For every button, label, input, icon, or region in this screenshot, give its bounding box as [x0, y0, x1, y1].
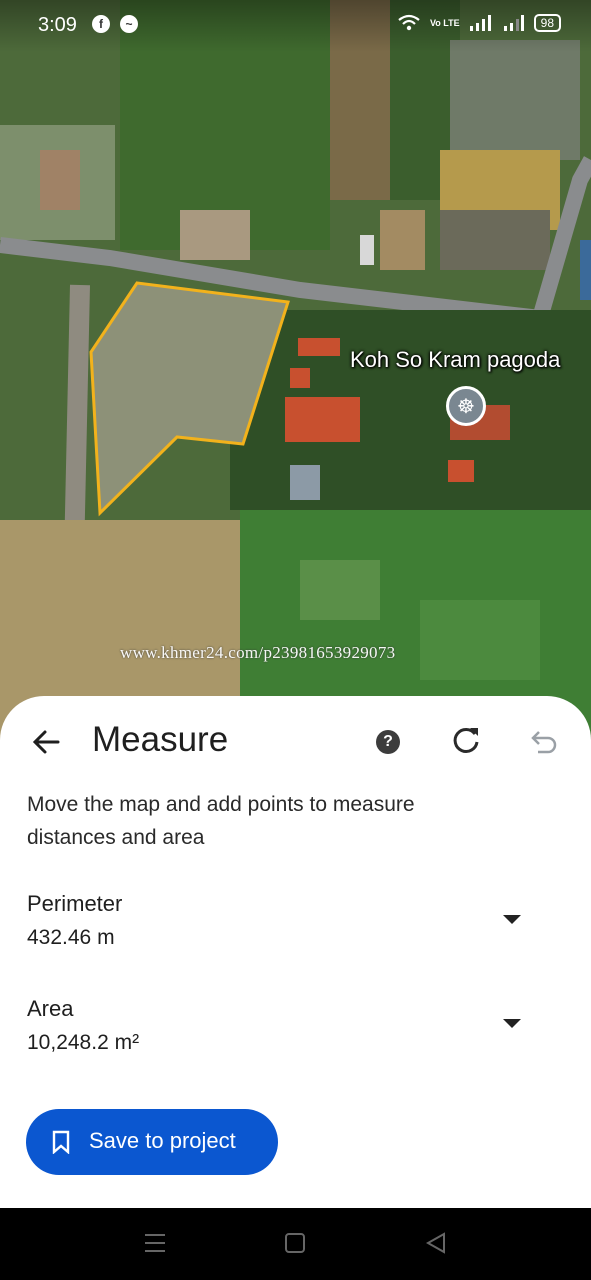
back-triangle-icon[interactable] — [425, 1232, 447, 1254]
signal-icon-2 — [503, 15, 524, 31]
undo-icon[interactable] — [528, 726, 560, 758]
pagoda-icon[interactable]: ☸ — [446, 386, 486, 426]
refresh-icon[interactable] — [450, 724, 482, 756]
perimeter-value: 432.46 m — [27, 926, 115, 949]
system-navigation-bar — [0, 1208, 591, 1280]
wifi-icon — [398, 14, 420, 31]
perimeter-label: Perimeter — [27, 891, 123, 916]
status-indicators: Vo LTE 98 — [398, 14, 561, 32]
home-icon[interactable] — [285, 1232, 305, 1254]
signal-icon-1 — [469, 15, 491, 31]
sheet-title: Measure — [92, 720, 229, 759]
measure-sheet: Measure ? Move the map and add points to… — [0, 696, 591, 1208]
facebook-icon: f — [92, 15, 110, 33]
satellite-map[interactable]: 3:09 f ~ Vo LTE 98 Koh So Kram pagoda ☸ … — [0, 0, 591, 740]
battery-indicator: 98 — [533, 14, 561, 32]
area-value: 10,248.2 m² — [27, 1031, 140, 1054]
help-icon[interactable]: ? — [376, 730, 400, 754]
status-time: 3:09 — [38, 14, 77, 36]
save-button-label: Save to project — [89, 1128, 236, 1153]
menu-icon[interactable] — [144, 1232, 166, 1254]
back-arrow-icon[interactable] — [26, 722, 66, 762]
save-to-project-button[interactable]: Save to project — [26, 1109, 278, 1175]
bookmark-icon — [52, 1130, 70, 1154]
status-bar: 3:09 f ~ Vo LTE 98 — [0, 0, 591, 52]
area-label: Area — [27, 996, 74, 1021]
notification-icons: f ~ — [92, 15, 138, 33]
perimeter-dropdown-icon[interactable] — [503, 915, 521, 924]
area-dropdown-icon[interactable] — [503, 1019, 521, 1028]
watermark-text: www.khmer24.com/p23981653929073 — [120, 643, 396, 662]
place-label[interactable]: Koh So Kram pagoda — [350, 347, 560, 373]
messenger-icon: ~ — [120, 15, 138, 33]
instructions-text: Move the map and add points to measure d… — [27, 793, 415, 849]
volte-indicator: Vo LTE — [429, 17, 460, 28]
